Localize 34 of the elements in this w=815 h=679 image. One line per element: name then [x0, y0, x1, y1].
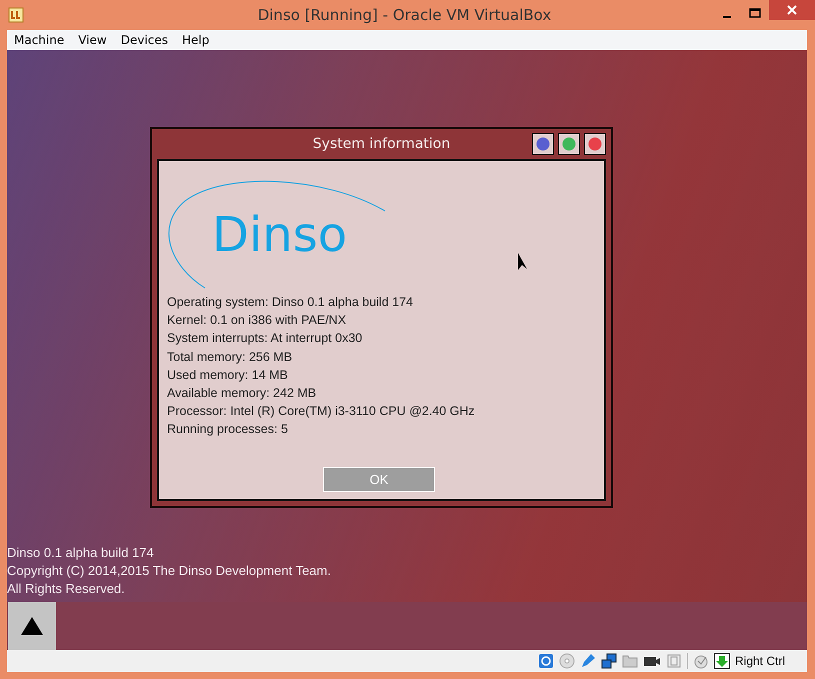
window-control-button[interactable] — [584, 133, 606, 155]
boot-text: Dinso 0.1 alpha build 174 — [7, 544, 155, 562]
cursor-icon — [518, 253, 528, 271]
close-icon[interactable] — [769, 0, 815, 20]
dot-icon — [536, 137, 550, 151]
dot-icon — [562, 137, 576, 151]
info-line: Processor: Intel (R) Core(TM) i3-3110 CPU @2.40 GHz — [167, 403, 476, 420]
window-control-button[interactable] — [532, 133, 554, 155]
logo-text: Dinso — [212, 211, 348, 259]
info-line: Running processes: 5 — [167, 421, 289, 438]
boot-text: All Rights Reserved. — [7, 580, 126, 598]
info-line: Available memory: 242 MB — [167, 385, 318, 402]
boot-text: Copyright (C) 2014,2015 The Dinso Development Team. — [7, 562, 332, 580]
app-icon — [8, 7, 24, 23]
info-line: Operating system: Dinso 0.1 alpha build 174 — [167, 294, 414, 311]
info-line: Total memory: 256 MB — [167, 348, 294, 366]
dot-icon — [588, 137, 602, 151]
info-line: Kernel: 0.1 on i386 with PAE/NX — [167, 312, 348, 330]
mouse-icon[interactable] — [692, 653, 709, 669]
triangle-icon — [20, 616, 44, 636]
dialog-title: System information — [312, 136, 450, 152]
info-line: Used memory: 14 MB — [167, 366, 289, 384]
pen-icon[interactable] — [580, 653, 596, 669]
window-title: Dinso [Running] - Oracle VM VirtualBox — [258, 6, 552, 24]
menu-item[interactable]: Devices — [114, 33, 176, 47]
menu-item[interactable]: Help — [175, 33, 216, 47]
start-button[interactable] — [8, 602, 56, 650]
host-key-label: Right Ctrl — [734, 654, 785, 668]
window-control-button[interactable] — [558, 133, 580, 155]
down-arrow-icon[interactable] — [714, 653, 730, 669]
network-icon[interactable] — [600, 653, 617, 669]
info-line: System interrupts: At interrupt 0x30 — [167, 330, 364, 348]
menu-item[interactable]: View — [71, 33, 114, 47]
menu-item[interactable]: Machine — [7, 33, 72, 47]
